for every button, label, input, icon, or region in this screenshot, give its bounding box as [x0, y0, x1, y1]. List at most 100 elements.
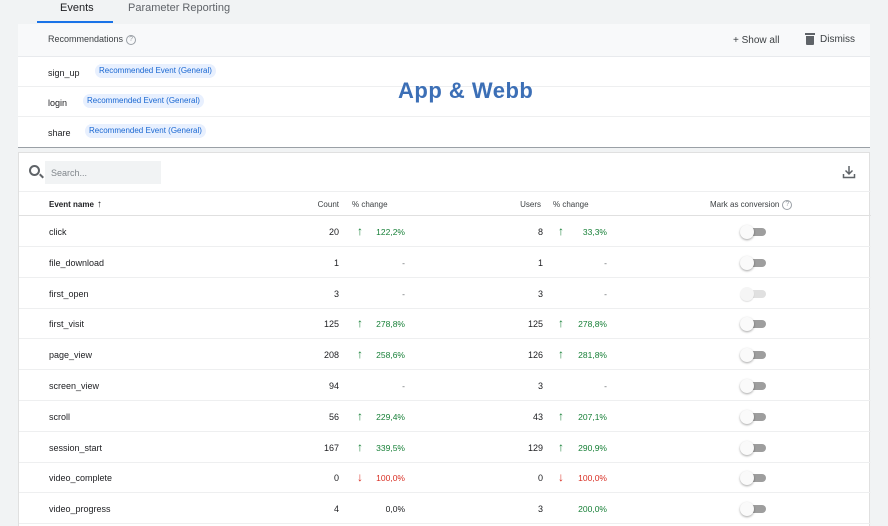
tab-bar: Events Parameter Reporting: [0, 0, 888, 24]
toggle-knob: [740, 379, 754, 393]
event-name-cell: first_visit: [49, 319, 85, 330]
count-change-cell: 122,2%: [376, 227, 405, 237]
table-row[interactable]: video_complete 0 ↓ 100,0% 0 ↓ 100,0%: [19, 462, 871, 494]
count-change-cell: 100,0%: [376, 473, 405, 484]
table-row[interactable]: page_view 208 ↑ 258,6% 126 ↑ 281,8%: [19, 339, 871, 371]
active-tab-indicator: [37, 21, 113, 23]
users-change-cell: 33,3%: [582, 227, 607, 237]
count-cell: 0: [333, 473, 339, 484]
table-row[interactable]: scroll 56 ↑ 229,4% 43 ↑ 207,1%: [19, 401, 871, 432]
events-table-card: Event name↑ Count % change Users % chang…: [18, 152, 871, 526]
recommended-event-chip: Recommended Event (General): [85, 124, 206, 138]
mark-as-conversion-toggle[interactable]: [740, 348, 766, 363]
users-cell: 1: [537, 257, 543, 268]
toggle-knob: [740, 286, 754, 301]
users-cell: 43: [532, 411, 543, 422]
users-change-cell: -: [604, 288, 607, 299]
table-row[interactable]: video_progress 4 0,0% 3 200,0%: [19, 493, 871, 525]
count-cell: 208: [323, 350, 339, 361]
event-name-cell: page_view: [49, 350, 93, 361]
trash-icon: [805, 33, 815, 45]
count-cell: 125: [323, 319, 339, 330]
users-change-cell: 290,9%: [578, 442, 607, 453]
recommended-event-chip: Recommended Event (General): [83, 94, 204, 108]
event-name-cell: video_complete: [49, 473, 113, 484]
mark-as-conversion-toggle[interactable]: [740, 440, 766, 455]
recommendation-name: sign_up: [48, 68, 80, 78]
table-header: Event name ↑ Count % change Users % chang…: [19, 191, 871, 216]
event-name-cell: file_download: [49, 257, 105, 268]
recommendations-title: Recommendations?: [48, 34, 137, 45]
table-row[interactable]: screen_view 94 - 3 -: [19, 370, 871, 401]
column-header-event-name[interactable]: Event name ↑: [49, 200, 102, 210]
users-change-cell: 207,1%: [578, 411, 607, 422]
table-row[interactable]: session_start 167 ↑ 339,5% 129 ↑ 290,9%: [19, 432, 871, 463]
users-change-cell: -: [604, 381, 607, 391]
users-cell: 8: [537, 227, 543, 237]
event-name-cell: first_open: [49, 288, 89, 299]
column-header-mark-as-conversion: Mark as conversion?: [710, 200, 793, 210]
column-header-count[interactable]: Count: [289, 200, 339, 209]
toggle-knob: [740, 471, 754, 486]
mark-as-conversion-toggle[interactable]: [740, 317, 766, 332]
column-header-users-change[interactable]: % change: [553, 200, 589, 209]
tab-events[interactable]: Events: [60, 2, 94, 14]
mark-as-conversion-toggle[interactable]: [740, 379, 766, 393]
column-header-users[interactable]: Users: [491, 200, 541, 209]
recommendation-name: share: [48, 128, 71, 138]
toggle-knob: [740, 255, 754, 270]
count-change-cell: 258,6%: [376, 350, 405, 361]
toggle-knob: [740, 225, 754, 239]
recommendation-name: login: [48, 98, 68, 108]
search-input[interactable]: [49, 161, 161, 184]
column-header-label: Mark as conversion: [710, 200, 780, 210]
event-name-cell: click: [49, 227, 67, 237]
count-change-cell: 278,8%: [376, 319, 405, 330]
toggle-knob: [740, 502, 754, 517]
event-name-cell: screen_view: [49, 381, 100, 391]
mark-as-conversion-toggle[interactable]: [740, 225, 766, 239]
help-icon[interactable]: ?: [782, 200, 793, 210]
users-cell: 125: [527, 319, 543, 330]
users-change-cell: 281,8%: [578, 350, 607, 361]
users-cell: 3: [537, 504, 543, 515]
count-change-cell: -: [402, 257, 405, 268]
table-row[interactable]: first_visit 125 ↑ 278,8% 125 ↑ 278,8%: [19, 308, 871, 340]
event-name-cell: scroll: [49, 411, 71, 422]
download-icon[interactable]: [842, 165, 856, 179]
show-all-button[interactable]: + Show all: [733, 35, 779, 46]
column-header-count-change[interactable]: % change: [352, 200, 388, 209]
count-cell: 20: [328, 227, 339, 237]
event-name-cell: video_progress: [49, 504, 111, 515]
recommended-event-chip: Recommended Event (General): [95, 64, 216, 78]
users-change-cell: -: [604, 257, 607, 268]
recommendations-header: Recommendations? + Show all Dismiss: [18, 24, 870, 57]
mark-as-conversion-toggle[interactable]: [740, 502, 766, 517]
table-row[interactable]: file_download 1 - 1 -: [19, 247, 871, 278]
count-change-cell: 0,0%: [385, 504, 405, 515]
watermark-logo: App & Webb: [398, 78, 534, 103]
mark-as-conversion-toggle: [740, 286, 766, 301]
toggle-knob: [740, 317, 754, 332]
mark-as-conversion-toggle[interactable]: [740, 255, 766, 270]
search-icon: [29, 165, 40, 176]
table-row[interactable]: first_open 3 - 3 -: [19, 278, 871, 309]
mark-as-conversion-toggle[interactable]: [740, 471, 766, 486]
recommendation-row[interactable]: share Recommended Event (General): [18, 117, 870, 147]
count-cell: 94: [328, 381, 339, 391]
count-cell: 167: [323, 442, 339, 453]
table-row[interactable]: click 20 ↑ 122,2% 8 ↑ 33,3%: [19, 216, 871, 247]
tab-parameter-reporting[interactable]: Parameter Reporting: [128, 2, 230, 14]
count-cell: 1: [333, 257, 339, 268]
users-cell: 3: [537, 381, 543, 391]
count-change-cell: -: [402, 288, 405, 299]
event-name-cell: session_start: [49, 442, 103, 453]
users-change-cell: 278,8%: [578, 319, 607, 330]
toggle-knob: [740, 409, 754, 424]
help-icon[interactable]: ?: [126, 34, 137, 45]
users-change-cell: 200,0%: [578, 504, 607, 515]
count-change-cell: -: [402, 381, 405, 391]
mark-as-conversion-toggle[interactable]: [740, 409, 766, 424]
dismiss-button[interactable]: Dismiss: [805, 33, 855, 45]
dismiss-label: Dismiss: [820, 33, 855, 45]
